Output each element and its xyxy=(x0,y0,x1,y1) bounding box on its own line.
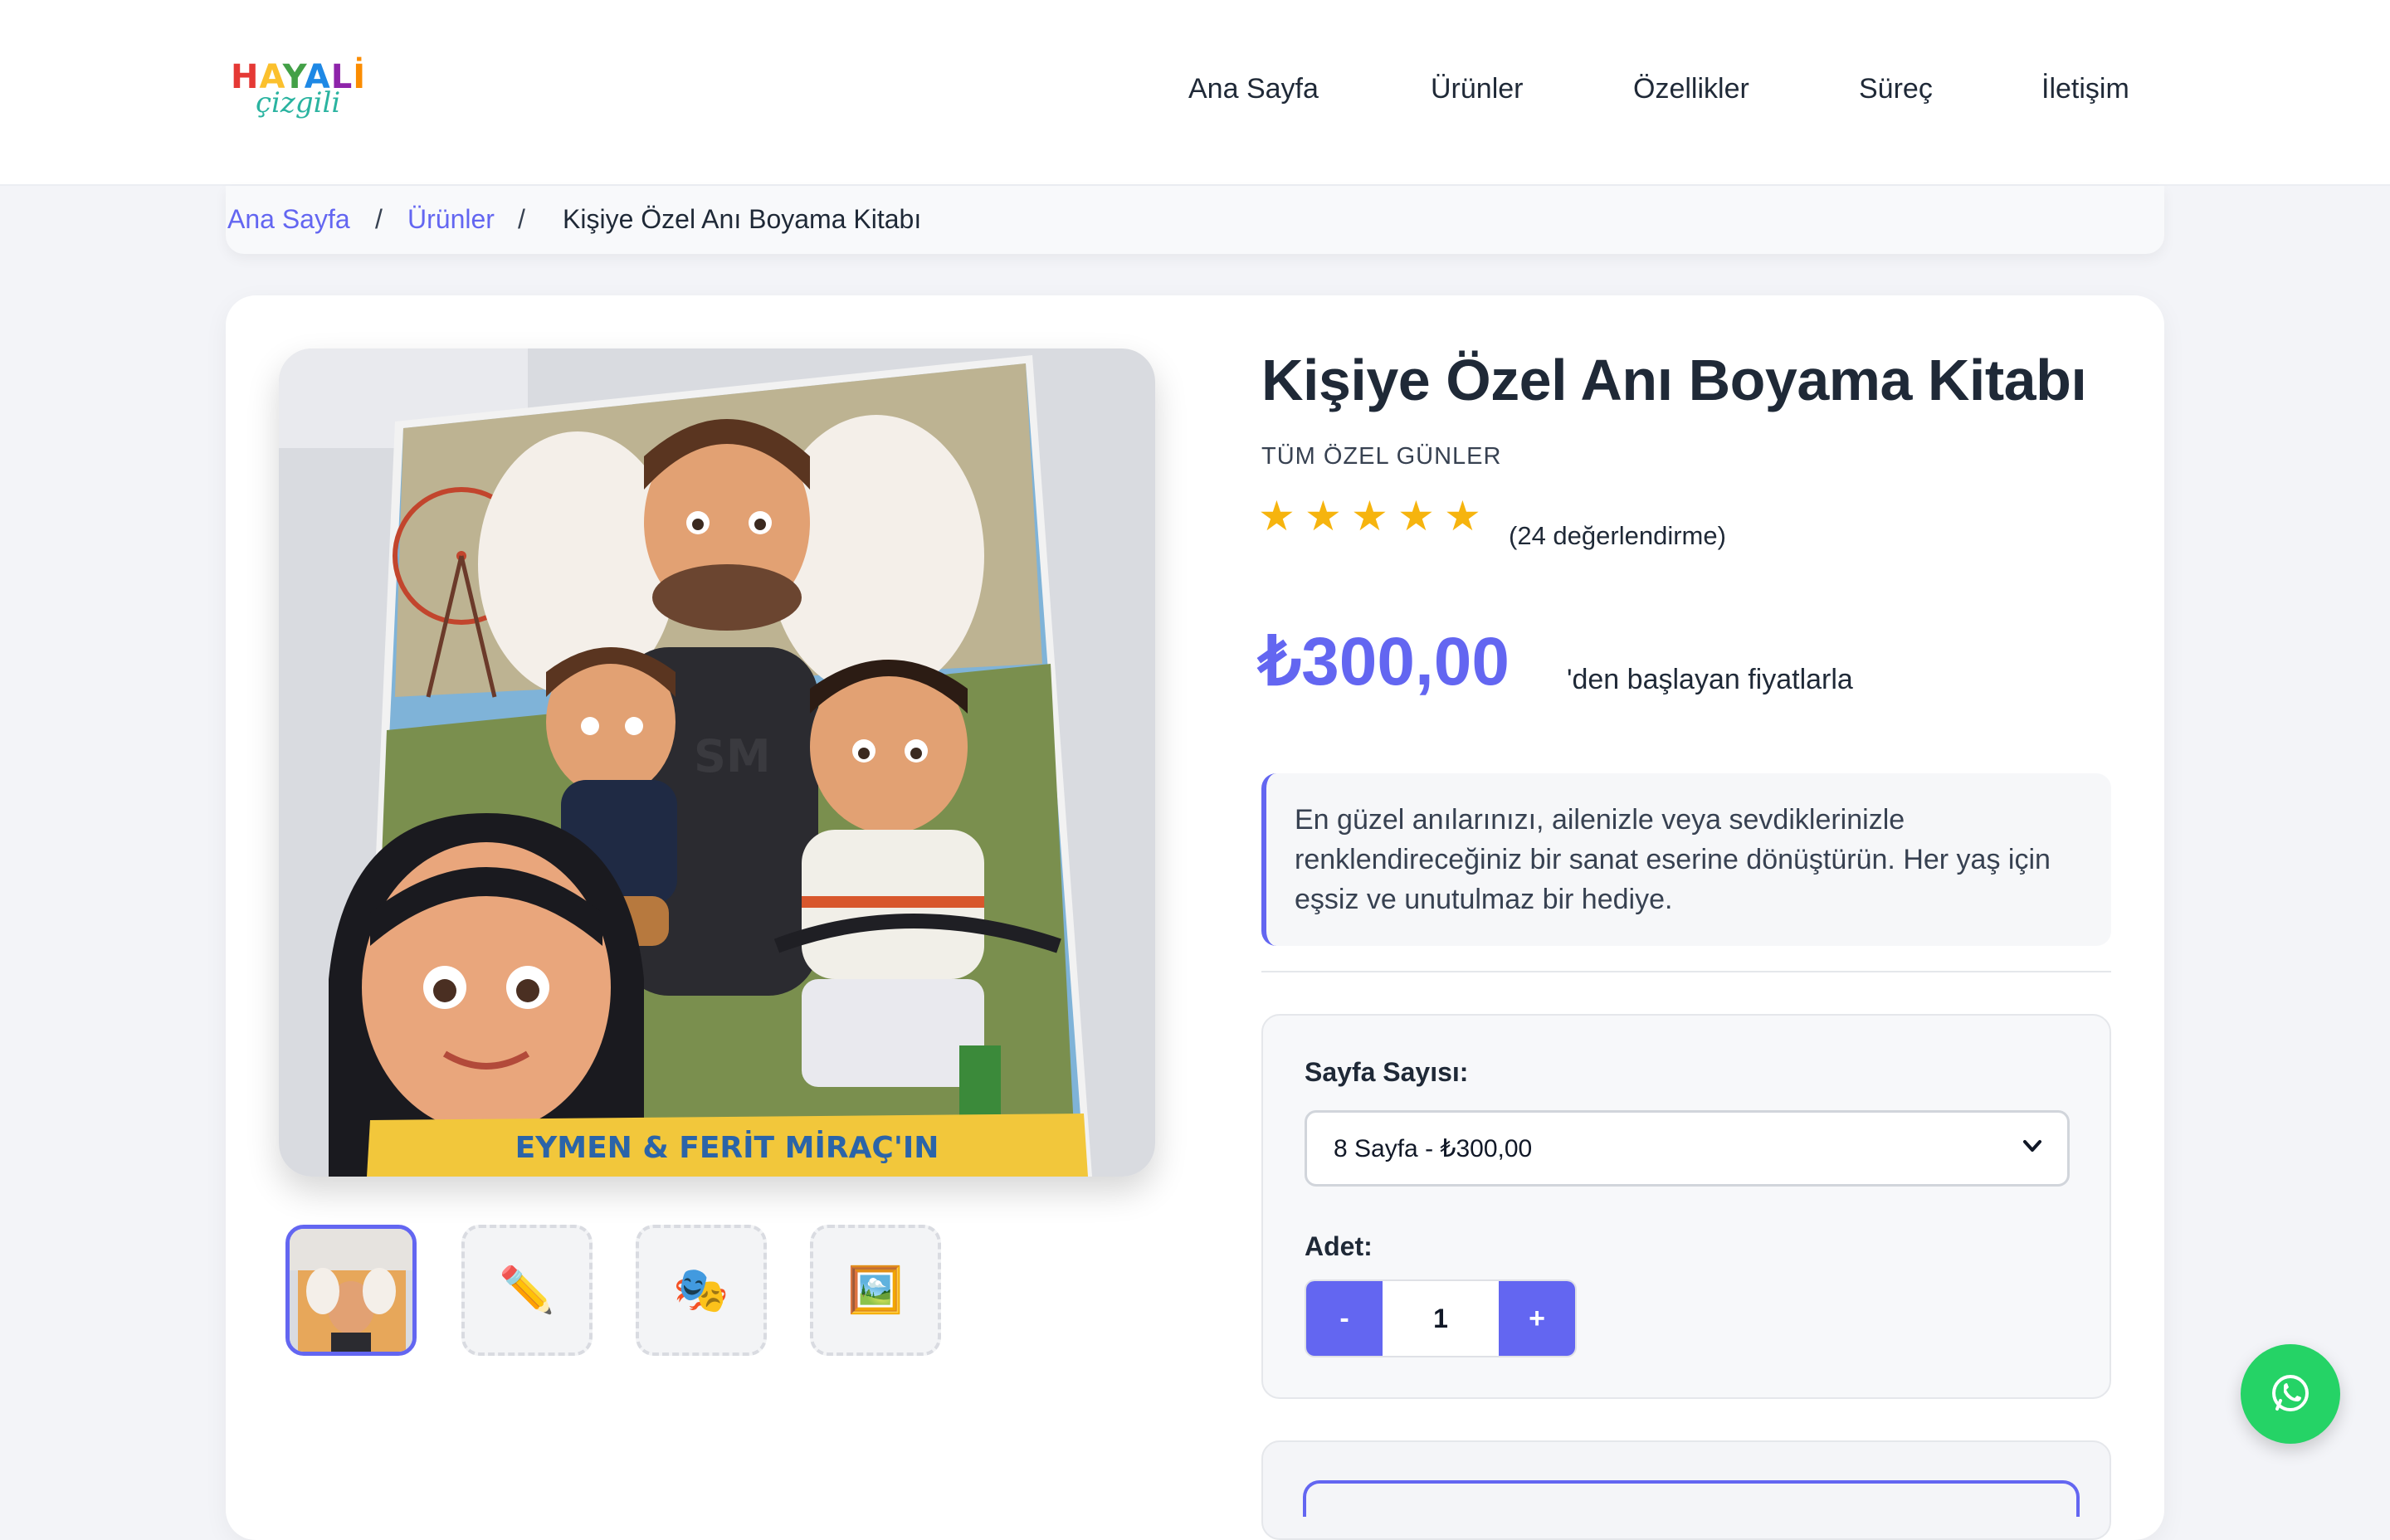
framed-picture-icon: 🖼️ xyxy=(847,1265,904,1315)
star-icon: ★ xyxy=(1305,493,1342,539)
price-suffix: 'den başlayan fiyatlarla xyxy=(1567,664,1853,695)
quantity-input[interactable]: 1 xyxy=(1383,1281,1499,1356)
breadcrumb-separator: / xyxy=(518,204,525,234)
breadcrumb-products[interactable]: Ürünler xyxy=(407,204,495,235)
thumbnail-masks[interactable]: 🎭 xyxy=(636,1225,767,1356)
star-icon: ★ xyxy=(1444,493,1481,539)
action-panel xyxy=(1261,1440,2111,1540)
product-title: Kişiye Özel Anı Boyama Kitabı xyxy=(1261,348,2087,412)
page-count-label: Sayfa Sayısı: xyxy=(1305,1057,1469,1087)
nav-item-home[interactable]: Ana Sayfa xyxy=(1188,73,1319,105)
star-icon: ★ xyxy=(1258,493,1295,539)
product-options: Sayfa Sayısı: 8 Sayfa - ₺300,00 Adet: - … xyxy=(1261,1014,2111,1399)
cover-banner-text: EYMEN & FERİT MİRAÇ'IN xyxy=(515,1130,939,1165)
nav-item-products[interactable]: Ürünler xyxy=(1431,73,1523,105)
star-icon: ★ xyxy=(1397,493,1435,539)
nav-item-features[interactable]: Özellikler xyxy=(1633,73,1749,105)
whatsapp-icon xyxy=(2272,1375,2309,1411)
shirt-text: SM xyxy=(694,730,771,782)
add-to-cart-button[interactable] xyxy=(1303,1480,2080,1517)
nav-item-contact[interactable]: İletişim xyxy=(2041,73,2129,105)
main-nav: Ana Sayfa Ürünler Özellikler Süreç İleti… xyxy=(0,73,2390,110)
review-count[interactable]: (24 değerlendirme) xyxy=(1509,521,1726,551)
quantity-decrease-button[interactable]: - xyxy=(1306,1281,1383,1356)
quantity-label: Adet: xyxy=(1305,1231,1373,1261)
breadcrumb-home[interactable]: Ana Sayfa xyxy=(227,204,350,235)
breadcrumb-current: Kişiye Özel Anı Boyama Kitabı xyxy=(563,204,922,234)
page-count-value: 8 Sayfa - ₺300,00 xyxy=(1334,1135,1533,1162)
product-description: En güzel anılarınızı, ailenizle veya sev… xyxy=(1261,773,2111,946)
theater-masks-icon: 🎭 xyxy=(673,1265,729,1315)
product-main-image[interactable]: SM EYMEN & FERİT MİRAÇ'IN xyxy=(279,348,1155,1177)
quantity-stepper: - 1 + xyxy=(1305,1279,1577,1357)
breadcrumb-separator: / xyxy=(375,204,383,234)
quantity-increase-button[interactable]: + xyxy=(1499,1281,1575,1356)
chevron-down-icon xyxy=(2023,1140,2041,1152)
pencil-icon: ✏️ xyxy=(499,1265,555,1315)
whatsapp-button[interactable] xyxy=(2241,1344,2340,1444)
thumbnail-cover[interactable] xyxy=(285,1225,417,1356)
star-icon: ★ xyxy=(1351,493,1388,539)
thumbnail-picture[interactable]: 🖼️ xyxy=(810,1225,941,1356)
thumbnail-pencil[interactable]: ✏️ xyxy=(461,1225,593,1356)
site-header: HAYALİ çizgili Ana Sayfa Ürünler Özellik… xyxy=(0,0,2390,186)
page-count-select[interactable]: 8 Sayfa - ₺300,00 xyxy=(1305,1110,2070,1187)
breadcrumb: Ana Sayfa / Ürünler / Kişiye Özel Anı Bo… xyxy=(226,186,2164,254)
nav-item-process[interactable]: Süreç xyxy=(1859,73,1933,105)
product-price: ₺300,00 xyxy=(1258,624,1510,699)
divider xyxy=(1261,971,2111,972)
product-category: TÜM ÖZEL GÜNLER xyxy=(1261,443,1502,470)
